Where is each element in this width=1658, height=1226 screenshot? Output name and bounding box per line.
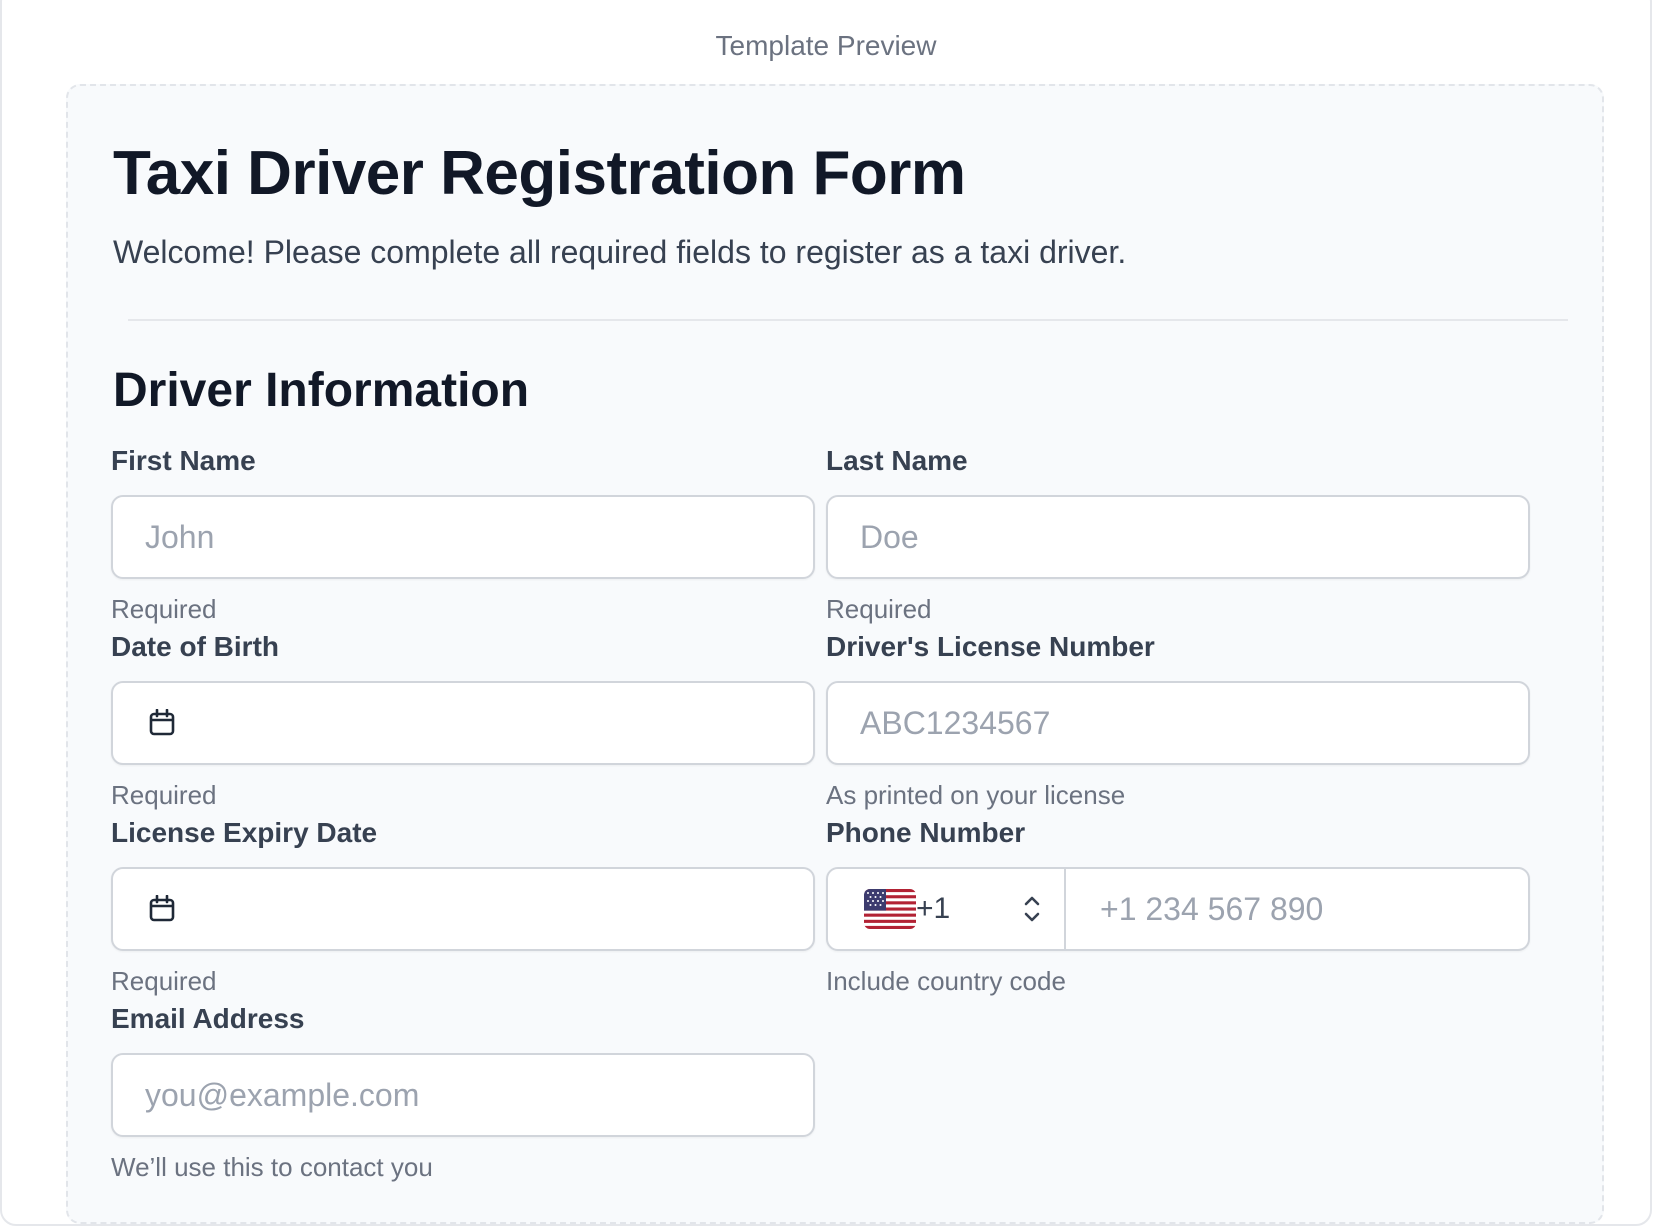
license-expiry-input[interactable] [111,867,815,951]
first-name-field: First Name Required [111,444,815,624]
last-name-input[interactable] [860,497,1480,577]
first-name-label: First Name [111,445,256,476]
license-expiry-field: License Expiry Date Required [111,816,815,996]
preview-label: Template Preview [715,30,937,61]
license-expiry-label: License Expiry Date [111,817,378,848]
date-of-birth-field: Date of Birth Required [111,630,815,810]
us-flag-icon [864,889,916,929]
license-expiry-help: Required [111,966,217,996]
phone-number-label: Phone Number [826,817,1026,848]
first-name-help: Required [111,594,217,624]
calendar-icon[interactable] [149,895,175,923]
date-of-birth-input[interactable] [111,681,815,765]
phone-number-field: Phone Number +1 +1 234 567 890 Include c… [826,816,1530,996]
email-address-field: Email Address We’ll use this to contact … [111,1002,815,1182]
country-dial-code: +1 [916,892,951,925]
phone-number-help: Include country code [826,966,1066,996]
form-subtitle: Welcome! Please complete all required fi… [113,234,1127,270]
date-of-birth-label: Date of Birth [111,631,279,662]
email-address-input[interactable] [145,1055,765,1135]
last-name-label: Last Name [826,445,968,476]
phone-number-input[interactable] [1100,869,1500,949]
license-number-field: Driver's License Number As printed on yo… [826,630,1530,810]
license-number-input-box[interactable] [826,681,1530,765]
license-number-help: As printed on your license [826,780,1126,810]
form-title: Taxi Driver Registration Form [113,139,966,208]
email-address-help: We’ll use this to contact you [111,1152,433,1182]
country-code-select[interactable]: +1 [828,869,1066,949]
last-name-help: Required [826,594,932,624]
first-name-input[interactable] [145,497,765,577]
phone-number-input-box[interactable]: +1 [826,867,1530,951]
email-address-label: Email Address [111,1003,305,1034]
license-number-label: Driver's License Number [826,631,1155,662]
last-name-input-box[interactable] [826,495,1530,579]
calendar-icon[interactable] [149,709,175,737]
first-name-input-box[interactable] [111,495,815,579]
section-divider [128,319,1568,321]
chevron-up-down-icon[interactable] [1022,893,1042,925]
section-title-driver-information: Driver Information [113,364,530,417]
last-name-field: Last Name Required [826,444,1530,624]
license-number-input[interactable] [860,683,1480,763]
date-of-birth-help: Required [111,780,217,810]
email-address-input-box[interactable] [111,1053,815,1137]
